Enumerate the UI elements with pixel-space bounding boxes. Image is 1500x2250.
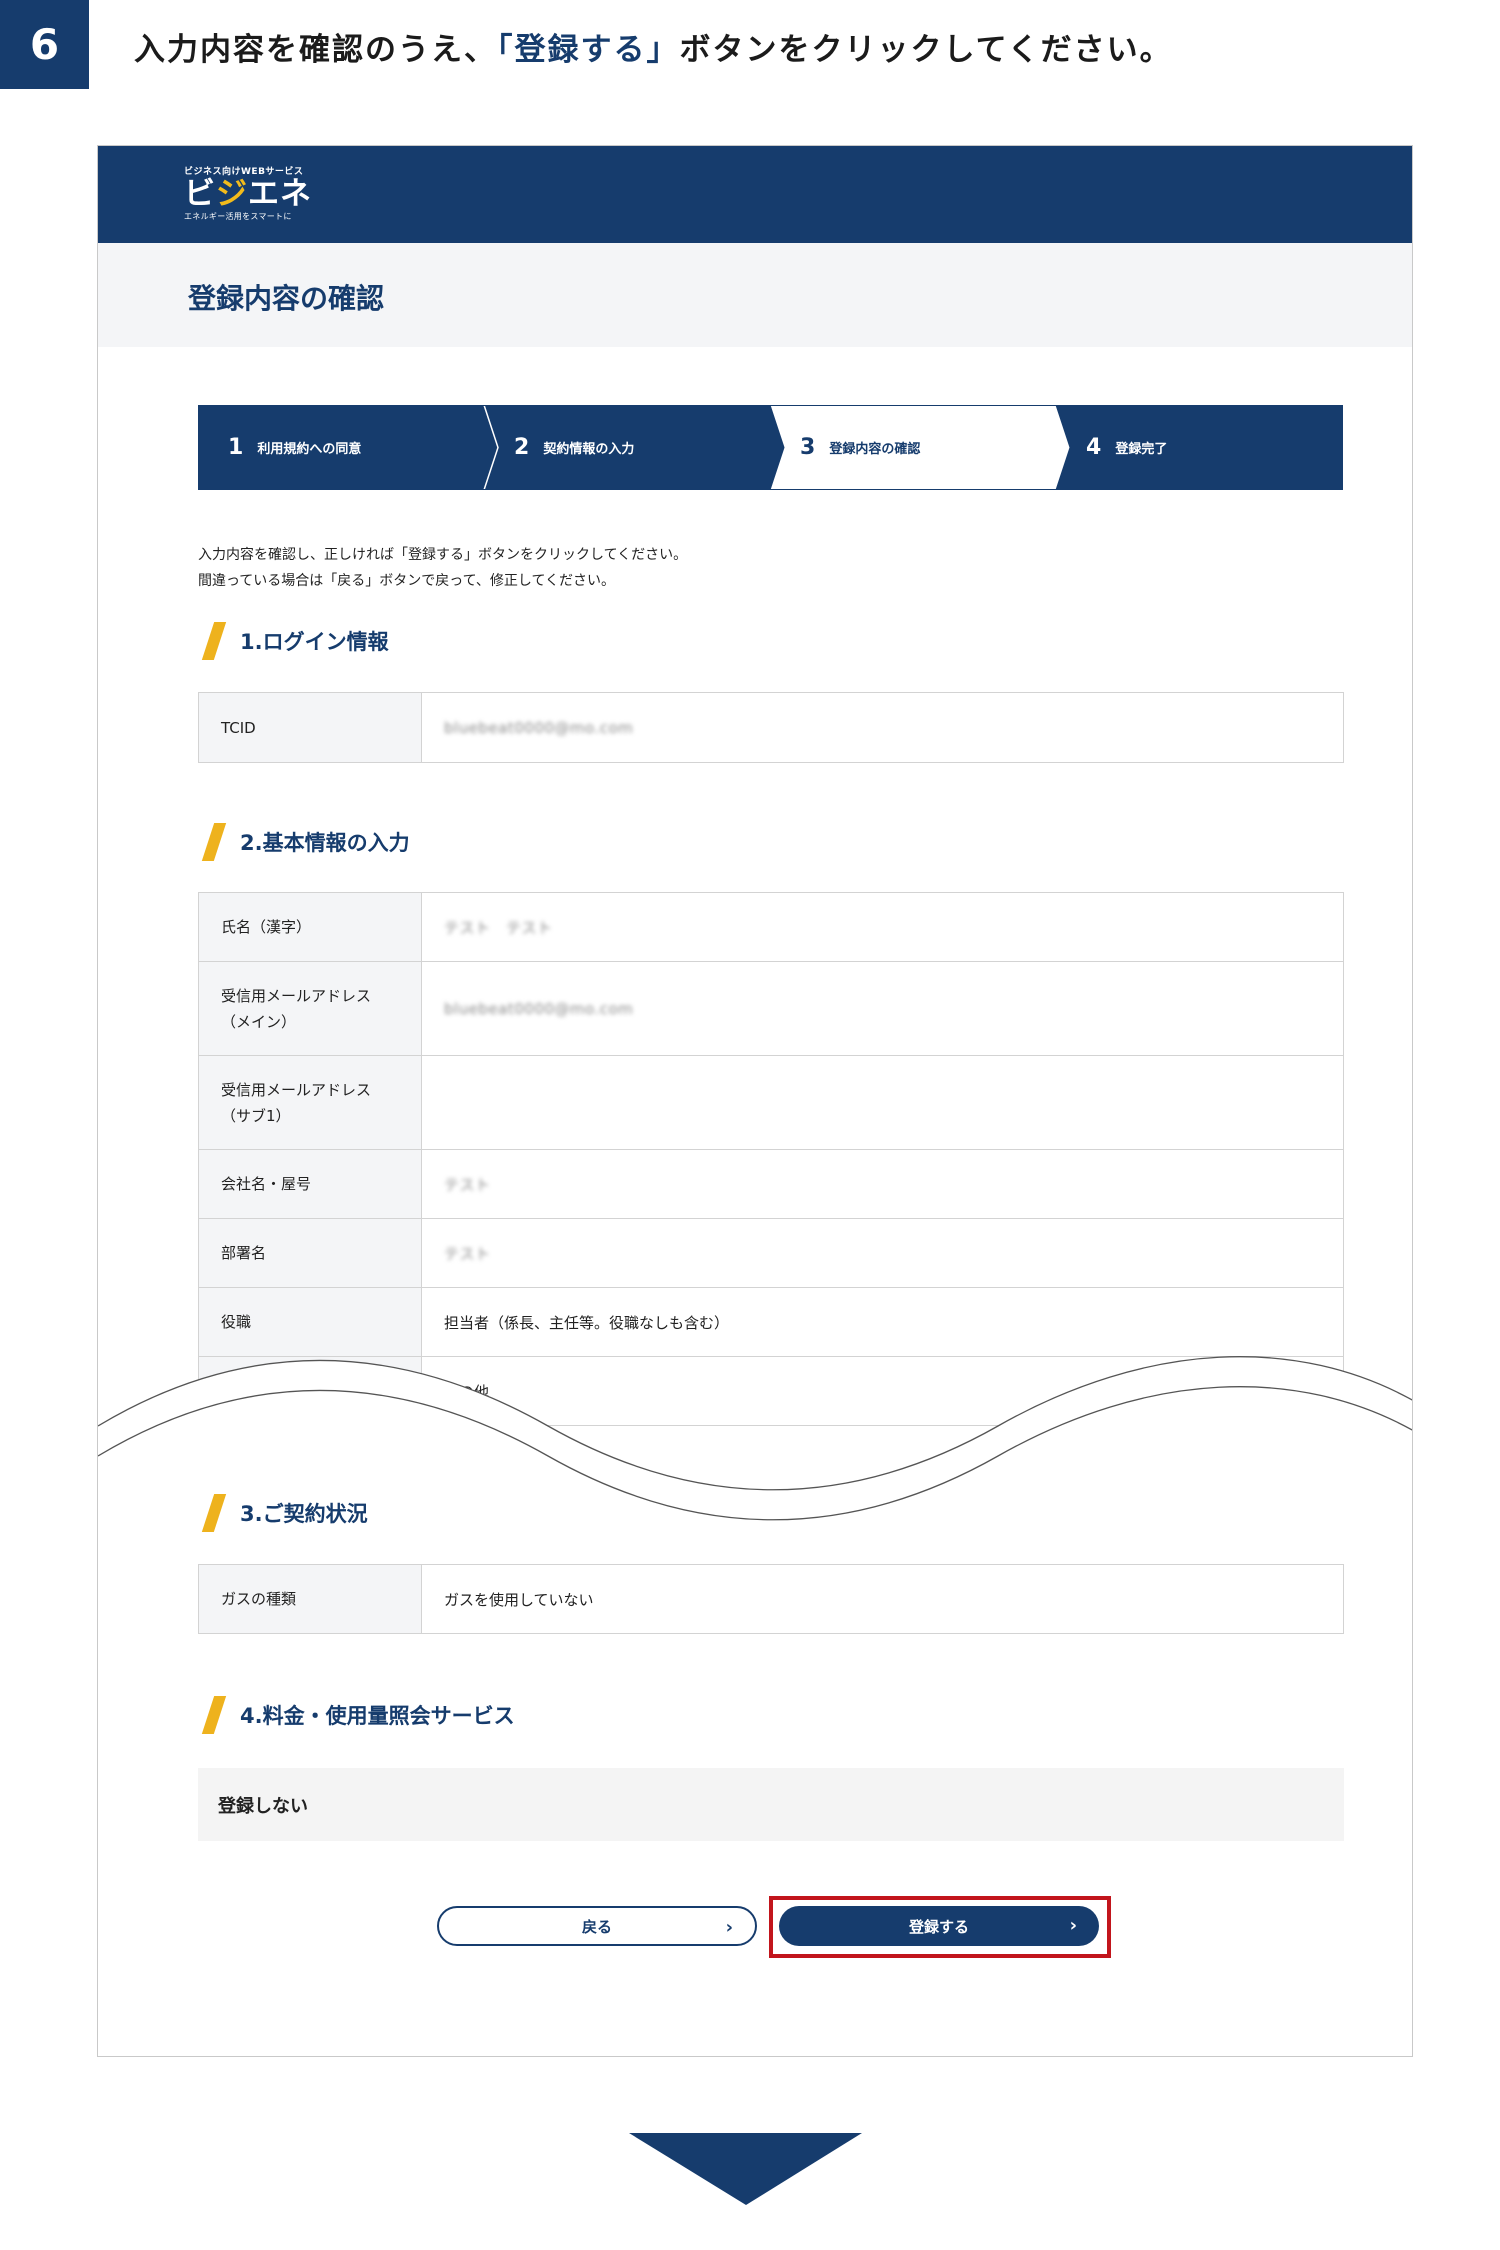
table-row: 受信用メールアドレス（メイン） bluebeat0000@mo.com — [198, 961, 1344, 1056]
page-title: 登録内容の確認 — [188, 282, 385, 315]
step-2-number: 2 — [514, 435, 530, 460]
back-button-label: 戻る — [581, 1917, 612, 1936]
step-2: 2 契約情報の入力 — [514, 405, 634, 490]
row-value-gas-type: ガスを使用していない — [421, 1564, 1344, 1634]
table-row: 氏名（漢字） テスト テスト — [198, 892, 1344, 962]
row-value-department: テスト — [421, 1218, 1344, 1288]
section-accent-icon — [198, 1494, 228, 1532]
chevron-right-icon: › — [725, 1917, 733, 1938]
instruction-text-highlight: 「登録する」 — [497, 32, 680, 68]
blurred-value: テスト テスト — [444, 918, 553, 937]
section-contract-title: 3.ご契約状況 — [240, 1502, 368, 1526]
site-logo[interactable]: ビジネス向けWEBサービス ビジエネ エネルギー活用をスマートに — [184, 164, 312, 222]
screenshot-frame: ビジネス向けWEBサービス ビジエネ エネルギー活用をスマートに 登録内容の確認… — [97, 145, 1413, 2057]
login-info-table: TCID bluebeat0000@mo.com — [198, 692, 1344, 763]
logo-name-dot: ジ — [216, 176, 248, 212]
table-row: 部署名 テスト — [198, 1218, 1344, 1288]
section-login-title: 1.ログイン情報 — [240, 630, 389, 654]
row-label-email-main: 受信用メールアドレス（メイン） — [198, 961, 422, 1056]
step-1: 1 利用規約への同意 — [228, 405, 361, 490]
section-basic-heading: 2.基本情報の入力 — [198, 823, 410, 861]
service-registration-value: 登録しない — [198, 1768, 1344, 1841]
down-arrow-shape — [629, 2133, 862, 2205]
section-contract-heading: 3.ご契約状況 — [198, 1494, 368, 1532]
row-value-email-main: bluebeat0000@mo.com — [421, 961, 1344, 1056]
step-4-label: 登録完了 — [1115, 442, 1168, 457]
row-label-company: 会社名・屋号 — [198, 1149, 422, 1219]
step-3-label: 登録内容の確認 — [829, 442, 921, 457]
row-label-department: 部署名 — [198, 1218, 422, 1288]
instruction-text-before: 入力内容を確認のうえ、 — [134, 32, 497, 68]
blurred-value: テスト — [444, 1175, 491, 1194]
chevron-right-icon: › — [1069, 1915, 1077, 1936]
row-label-name: 氏名（漢字） — [198, 892, 422, 962]
step-number-badge: 6 — [0, 0, 89, 89]
intro-line-2: 間違っている場合は「戻る」ボタンで戻って、修正してください。 — [198, 573, 616, 589]
logo-name-right: エネ — [248, 176, 312, 212]
title-band: 登録内容の確認 — [98, 243, 1412, 347]
blurred-value: bluebeat0000@mo.com — [444, 718, 634, 737]
table-row: ガスの種類 ガスを使用していない — [198, 1564, 1344, 1634]
step-4: 4 登録完了 — [1086, 405, 1167, 490]
intro-text: 入力内容を確認し、正しければ「登録する」ボタンをクリックしてください。 間違って… — [198, 542, 687, 594]
step-1-number: 1 — [228, 435, 244, 460]
section-accent-icon — [198, 1696, 228, 1734]
register-button[interactable]: 登録する › — [779, 1906, 1099, 1946]
step-1-label: 利用規約への同意 — [257, 442, 362, 457]
logo-name: ビジエネ — [184, 177, 312, 211]
row-value-name: テスト テスト — [421, 892, 1344, 962]
register-button-label: 登録する — [908, 1917, 969, 1936]
step-progress-bar: 1 利用規約への同意 2 契約情報の入力 3 登録内容の確認 4 登録完了 — [198, 405, 1343, 490]
logo-name-left: ビ — [184, 176, 216, 212]
blurred-value: bluebeat0000@mo.com — [444, 999, 634, 1018]
step-2-label: 契約情報の入力 — [543, 442, 635, 457]
instruction-text-after: ボタンをクリックしてください。 — [679, 32, 1173, 68]
section-accent-icon — [198, 823, 228, 861]
logo-subtitle: エネルギー活用をスマートに — [184, 212, 292, 221]
step-progress-shapes — [198, 405, 1343, 490]
step-3-active: 3 登録内容の確認 — [800, 405, 920, 490]
section-basic-title: 2.基本情報の入力 — [240, 831, 410, 855]
blurred-value: テスト — [444, 1244, 491, 1263]
section-service-heading: 4.料金・使用量照会サービス — [198, 1696, 515, 1734]
instruction-text: 入力内容を確認のうえ、「登録する」ボタンをクリックしてください。 — [134, 24, 1173, 69]
row-value-company: テスト — [421, 1149, 1344, 1219]
step-3-number: 3 — [800, 435, 816, 460]
section-login-heading: 1.ログイン情報 — [198, 622, 389, 660]
intro-line-1: 入力内容を確認し、正しければ「登録する」ボタンをクリックしてください。 — [198, 547, 688, 563]
back-button[interactable]: 戻る › — [437, 1906, 757, 1946]
table-row: 受信用メールアドレス（サブ1） — [198, 1055, 1344, 1150]
row-label-gas-type: ガスの種類 — [198, 1564, 422, 1634]
contract-table: ガスの種類 ガスを使用していない — [198, 1564, 1344, 1634]
site-header: ビジネス向けWEBサービス ビジエネ エネルギー活用をスマートに — [98, 146, 1412, 243]
step-4-number: 4 — [1086, 435, 1102, 460]
section-service-title: 4.料金・使用量照会サービス — [240, 1704, 515, 1728]
row-label-email-sub: 受信用メールアドレス（サブ1） — [198, 1055, 422, 1150]
row-value-tcid: bluebeat0000@mo.com — [421, 692, 1344, 763]
section-accent-icon — [198, 622, 228, 660]
table-row: 会社名・屋号 テスト — [198, 1149, 1344, 1219]
row-value-email-sub — [421, 1055, 1344, 1150]
table-row: TCID bluebeat0000@mo.com — [198, 692, 1344, 763]
row-label-tcid: TCID — [198, 692, 422, 763]
